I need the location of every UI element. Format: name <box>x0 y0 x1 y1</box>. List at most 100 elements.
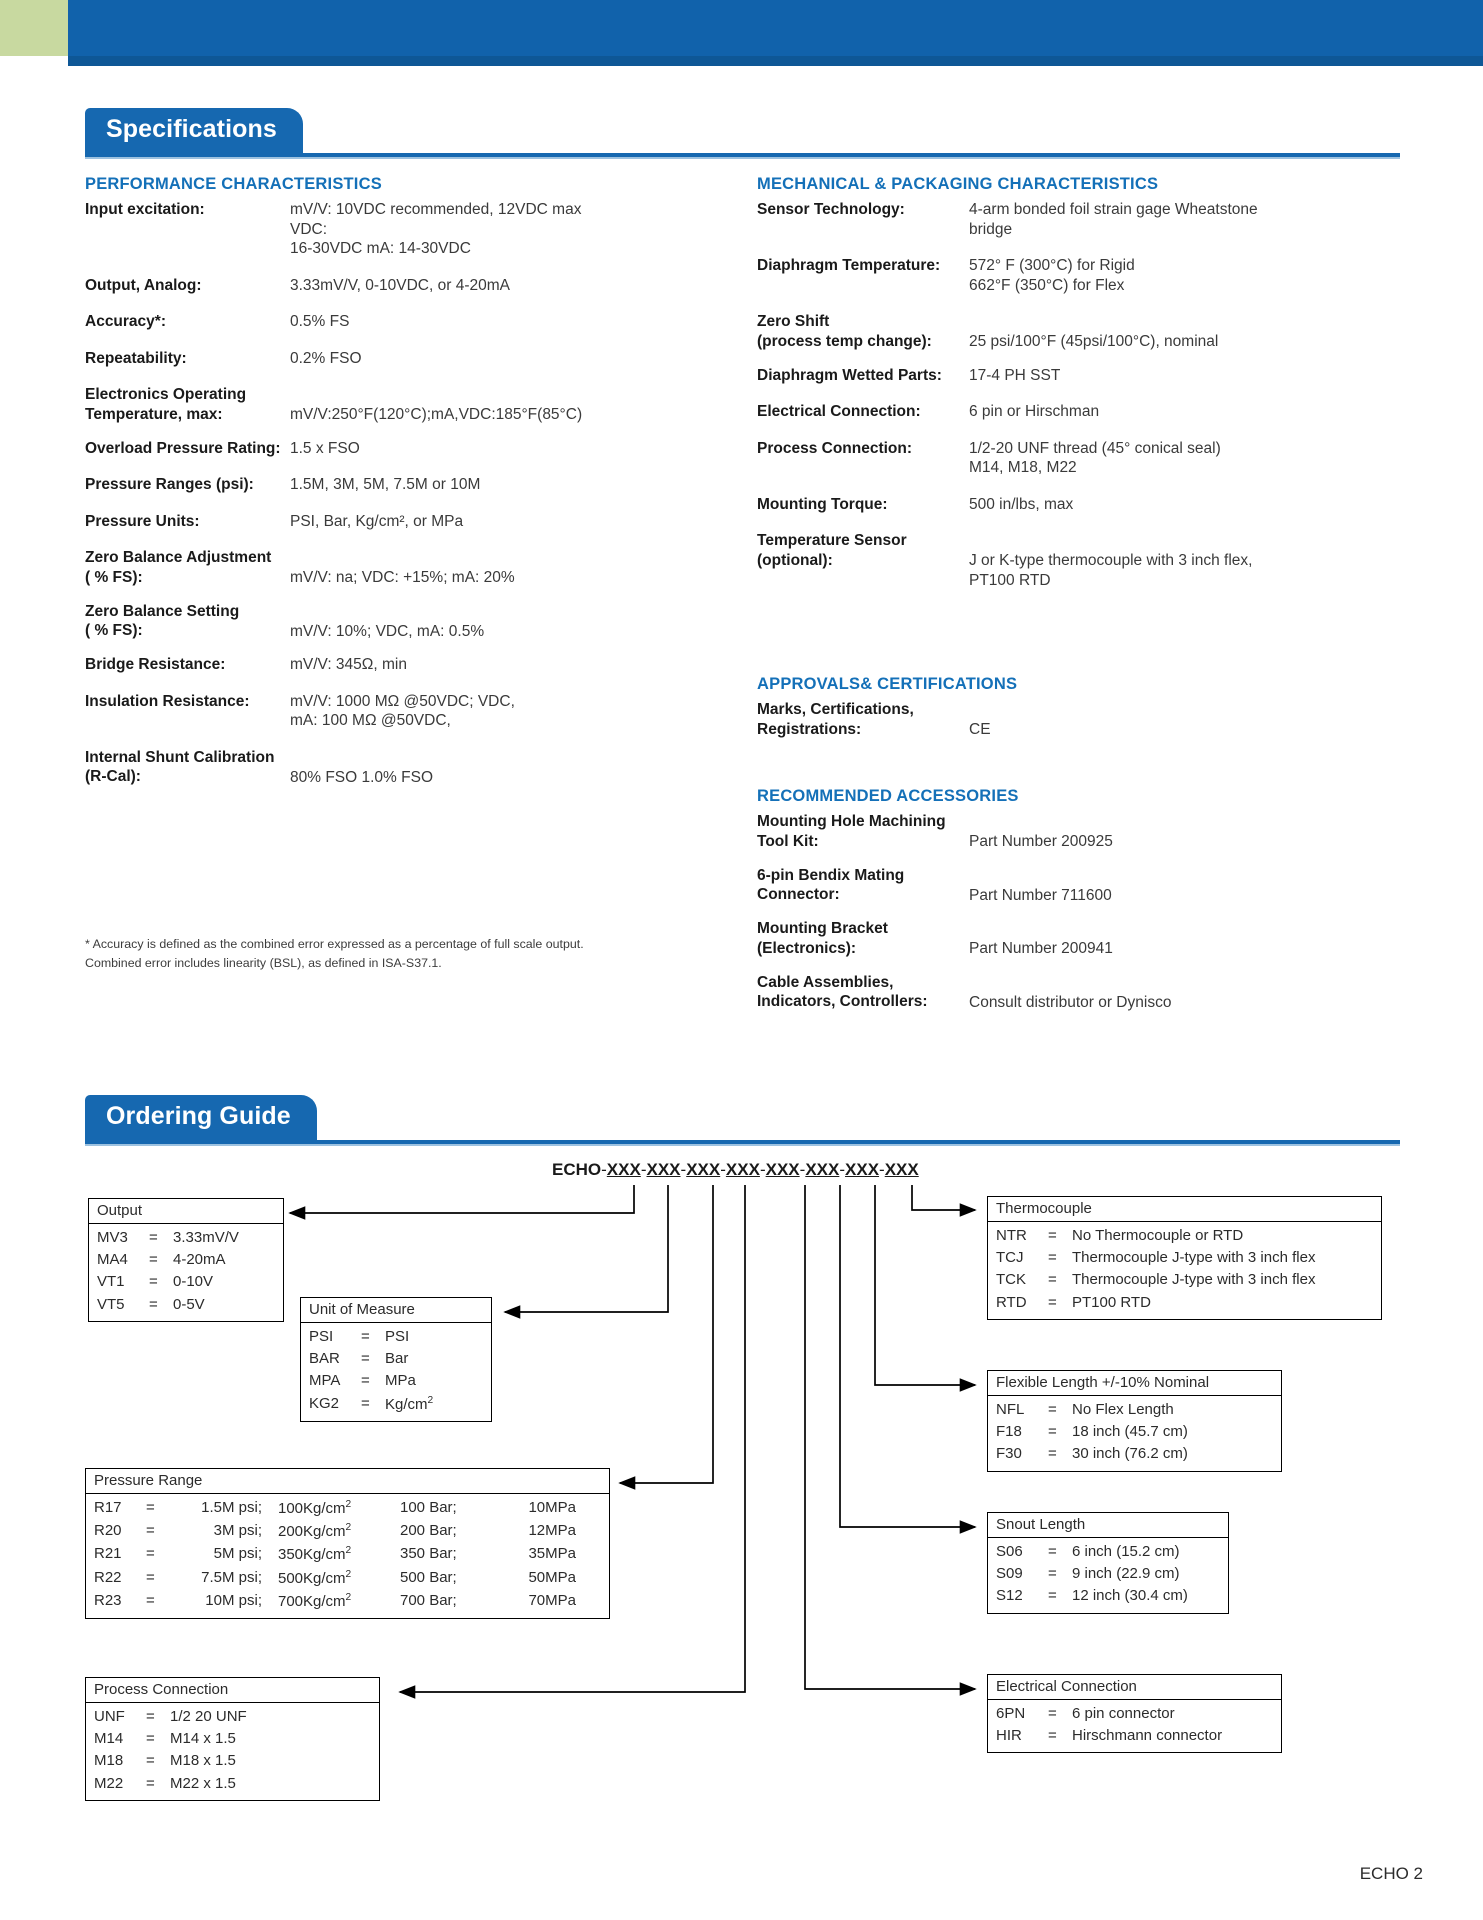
ordering-row-desc: Bar <box>385 1350 409 1368</box>
ordering-row-code: KG2 <box>309 1394 340 1412</box>
ordering-box-row: TCJ = Thermocouple J-type with 3 inch flex <box>996 1247 1373 1269</box>
approvals-column: APPROVALS& CERTIFICATIONS Marks, Certifi… <box>757 675 1397 754</box>
ordering-box-unit-of-measure-rows: PSI = PSI BAR = Bar MPA = MPa KG2 = Kg/cm2 <box>301 1323 491 1421</box>
ordering-row-equals: = <box>146 1752 155 1770</box>
ordering-box-pressure-range-rows: R17 = 1.5M psi; 100Kg/cm2 100 Bar; 10MPa R20 = 3… <box>86 1494 609 1618</box>
spec-row-label: Electrical Connection: <box>757 403 921 421</box>
ordering-row-equals: = <box>146 1522 155 1540</box>
approvals-rows: Marks, Certifications, Registrations: CE <box>757 700 1397 740</box>
spec-row: Mounting Torque: 500 in/lbs, max <box>757 495 1397 515</box>
approvals-heading: APPROVALS& CERTIFICATIONS <box>757 675 1018 693</box>
ordering-row-equals: = <box>146 1591 155 1609</box>
ordering-row-equals: = <box>146 1545 155 1563</box>
ordering-row-equals: = <box>1048 1271 1057 1289</box>
accessories-heading: RECOMMENDED ACCESSORIES <box>757 787 1019 805</box>
spec-row-value: 80% FSO 1.0% FSO <box>290 768 433 786</box>
ordering-row-equals: = <box>146 1730 155 1748</box>
spec-row-label: Input excitation: <box>85 201 205 218</box>
ordering-row-desc: 12 inch (30.4 cm) <box>1072 1587 1188 1605</box>
spec-row-value: 1/2-20 UNF thread (45° conical seal) M14… <box>969 439 1221 477</box>
header-blue-block <box>68 0 1483 56</box>
spec-row-label: Insulation Resistance: <box>85 692 250 710</box>
ordering-box-row: VT1 = 0-10V <box>97 1271 275 1293</box>
ordering-row-psi: 10M psi; <box>205 1591 262 1609</box>
ordering-row-equals: = <box>1048 1293 1057 1311</box>
ordering-row-equals: = <box>1048 1227 1057 1244</box>
spec-row-label: Output, Analog: <box>85 276 202 294</box>
ordering-box-row: R21 = 5M psi; 350Kg/cm2 350 Bar; 35MPa <box>94 1543 601 1566</box>
specifications-banner: Specifications <box>85 108 1400 159</box>
ordering-row-equals: = <box>361 1372 370 1390</box>
ordering-box-row: HIR = Hirschmann connector <box>996 1725 1273 1747</box>
spec-row: Electronics Operating Temperature, max: m… <box>85 385 605 425</box>
ordering-row-code: UNF <box>94 1708 125 1725</box>
spec-row-value: 3.33mV/V, 0-10VDC, or 4-20mA <box>290 276 510 294</box>
spec-row-label: Diaphragm Wetted Parts: <box>757 366 942 384</box>
spec-row-value: mV/V: 345Ω, min <box>290 656 407 674</box>
ordering-row-equals: = <box>149 1295 158 1313</box>
spec-row-label: Zero Balance Setting ( % FS): <box>85 602 240 640</box>
page-footer: ECHO 2 <box>1359 1864 1423 1883</box>
ordering-row-psi: 3M psi; <box>213 1522 262 1540</box>
spec-row: Sensor Technology: 4-arm bonded foil stra… <box>757 200 1397 239</box>
ordering-row-psi: 1.5M psi; <box>201 1499 262 1516</box>
ordering-box-row: S09 = 9 inch (22.9 cm) <box>996 1563 1220 1585</box>
ordering-row-desc: Thermocouple J-type with 3 inch flex <box>1072 1271 1316 1289</box>
ordering-box-output-rows: MV3 = 3.33mV/V MA4 = 4-20mA VT1 = 0-10V VT5 = 0-5V <box>89 1224 283 1321</box>
ordering-box-flexible-length: Flexible Length +/-10% Nominal NFL = No Fl… <box>987 1370 1282 1472</box>
part-number-string: ECHO-XXX-XXX-XXX-XXX-XXX-XXX-XXX-XXX <box>552 1160 919 1179</box>
spec-row-label: 6-pin Bendix Mating Connector: <box>757 866 905 904</box>
ordering-box-snout-length: Snout Length S06 = 6 inch (15.2 cm) S09 = 9 i… <box>987 1512 1229 1614</box>
spec-row-label: Diaphragm Temperature: <box>757 257 941 275</box>
ordering-box-electrical-connection: Electrical Connection 6PN = 6 pin connecto… <box>987 1674 1282 1754</box>
ordering-row-desc: 6 inch (15.2 cm) <box>1072 1543 1180 1560</box>
spec-row: Cable Assemblies, Indicators, Controller… <box>757 973 1397 1013</box>
spec-row-value: 1.5M, 3M, 5M, 7.5M or 10M <box>290 476 481 494</box>
ordering-row-equals: = <box>146 1708 155 1725</box>
ordering-box-row: R20 = 3M psi; 200Kg/cm2 200 Bar; 12MPa <box>94 1520 601 1543</box>
ordering-box-row: MA4 = 4-20mA <box>97 1249 275 1271</box>
ordering-row-bar: 500 Bar; <box>400 1568 457 1586</box>
ordering-row-code: M22 <box>94 1774 124 1792</box>
ordering-row-code: TCK <box>996 1271 1026 1289</box>
ordering-row-desc: 1/2 20 UNF <box>170 1708 247 1725</box>
spec-row: Zero Balance Setting ( % FS): mV/V: 10%; … <box>85 602 605 642</box>
spec-row: Insulation Resistance: mV/V: 1000 MΩ @50V… <box>85 692 605 731</box>
ordering-row-code: MV3 <box>97 1229 128 1246</box>
ordering-row-code: RTD <box>996 1293 1027 1311</box>
spec-row-label: Bridge Resistance: <box>85 656 226 674</box>
specifications-title: Specifications <box>85 108 303 153</box>
spec-row-label: Zero Balance Adjustment ( % FS): <box>85 549 272 586</box>
spec-row-label: Mounting Torque: <box>757 495 888 513</box>
ordering-box-process-connection-title: Process Connection <box>86 1678 379 1703</box>
ordering-guide-rule-light <box>85 1144 1400 1146</box>
spec-row-value: 500 in/lbs, max <box>969 495 1074 513</box>
spec-row-value: 4-arm bonded foil strain gage Wheatstone… <box>969 201 1258 238</box>
ordering-row-equals: = <box>1048 1705 1057 1722</box>
ordering-box-row: M22 = M22 x 1.5 <box>94 1773 371 1795</box>
ordering-row-desc: 0-5V <box>173 1295 205 1313</box>
spec-row-label: Pressure Ranges (psi): <box>85 476 254 494</box>
ordering-row-mpa: 70MPa <box>528 1591 576 1609</box>
ordering-box-output-title: Output <box>89 1199 283 1224</box>
spec-row-value: J or K-type thermocouple with 3 inch fle… <box>969 552 1253 589</box>
ordering-box-row: NTR = No Thermocouple or RTD <box>996 1225 1373 1247</box>
ordering-row-desc: Hirschmann connector <box>1072 1727 1223 1745</box>
ordering-row-mpa: 12MPa <box>528 1522 576 1540</box>
ordering-box-row: TCK = Thermocouple J-type with 3 inch flex <box>996 1269 1373 1291</box>
ordering-row-mpa: 50MPa <box>528 1568 576 1586</box>
ordering-box-row: VT5 = 0-5V <box>97 1294 275 1316</box>
ordering-box-flexible-length-title: Flexible Length +/-10% Nominal <box>988 1371 1281 1396</box>
ordering-row-desc: Kg/cm2 <box>385 1394 434 1413</box>
accessories-rows: Mounting Hole Machining Tool Kit: Part Nu… <box>757 812 1397 1012</box>
ordering-row-kgcm2: 100Kg/cm2 <box>278 1499 352 1517</box>
ordering-row-bar: 700 Bar; <box>400 1591 457 1609</box>
ordering-row-desc: 18 inch (45.7 cm) <box>1072 1423 1188 1441</box>
ordering-row-kgcm2: 500Kg/cm2 <box>278 1568 352 1587</box>
ordering-row-code: M18 <box>94 1752 124 1770</box>
spec-row-value: mV/V: 10VDC recommended, 12VDC max VDC: … <box>290 201 582 258</box>
ordering-box-row: PSI = PSI <box>309 1326 483 1348</box>
ordering-box-electrical-connection-title: Electrical Connection <box>988 1675 1281 1700</box>
ordering-row-desc: 0-10V <box>173 1273 214 1291</box>
ordering-row-code: R21 <box>94 1545 122 1563</box>
